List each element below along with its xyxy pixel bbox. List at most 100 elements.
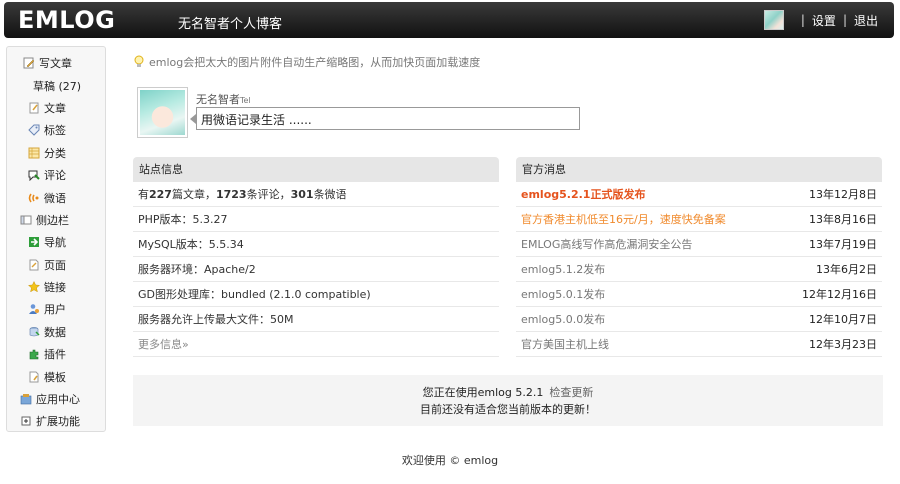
sidebar-item-label: 导航 xyxy=(44,236,66,250)
stats-row: 有227篇文章，1723条评论，301条微语 xyxy=(133,182,499,207)
news-link[interactable]: EMLOG高线写作高危漏洞安全公告 xyxy=(521,236,692,252)
sidebar-item-data[interactable]: 数据 xyxy=(7,321,105,343)
tip-message: emlog会把太大的图片附件自动生产缩略图，从而加快页面加载速度 xyxy=(134,54,480,70)
sidebar-item-label: 草稿 (27) xyxy=(33,79,82,93)
twitters-count: 301 xyxy=(290,188,314,201)
template-icon xyxy=(29,371,39,383)
sidebar-item-draft[interactable]: 草稿 (27) xyxy=(7,74,105,96)
app-center-icon xyxy=(20,394,32,405)
stats-text: 有227篇文章，1723条评论，301条微语 xyxy=(138,188,347,201)
author-name-suffix: Tel xyxy=(240,96,251,105)
sidebar-item-label: 文章 xyxy=(44,101,66,115)
sidebar-item-user[interactable]: 用户 xyxy=(7,298,105,320)
write-icon xyxy=(23,57,35,69)
update-box: 您正在使用emlog 5.2.1 检查更新 目前还没有适合您当前版本的更新！ xyxy=(133,375,883,426)
news-link[interactable]: 官方香港主机低至16元/月，速度快免备案 xyxy=(521,211,726,227)
user-icon xyxy=(29,304,39,315)
separator: | xyxy=(842,13,847,27)
sidebar-item-navi[interactable]: 导航 xyxy=(7,231,105,253)
check-update-link[interactable]: 检查更新 xyxy=(549,386,593,399)
author-avatar[interactable] xyxy=(137,87,188,138)
news-link[interactable]: 官方美国主机上线 xyxy=(521,336,609,352)
site-info-title: 站点信息 xyxy=(133,157,499,182)
sidebar-item-label: 微语 xyxy=(44,191,66,205)
news-panel: 官方消息 emlog5.2.1正式版发布 13年12月8日 官方香港主机低至16元… xyxy=(516,157,882,357)
separator: | xyxy=(800,13,805,27)
footer: 欢迎使用 © emlog xyxy=(401,454,499,467)
news-date: 13年8月16日 xyxy=(809,213,877,226)
link-icon xyxy=(28,281,40,293)
news-link[interactable]: emlog5.0.0发布 xyxy=(521,311,605,327)
blog-name[interactable]: 无名智者个人博客 xyxy=(178,13,282,32)
logout-link[interactable]: 退出 xyxy=(854,12,878,29)
twitter-input[interactable]: 用微语记录生活 ...... xyxy=(196,107,580,130)
sidebar-item-label: 评论 xyxy=(44,169,66,183)
news-date: 13年6月2日 xyxy=(816,263,877,276)
sidebar-item-label: 标签 xyxy=(44,124,66,138)
tag-icon xyxy=(28,124,40,137)
sidebar-item-label: 分类 xyxy=(44,146,66,160)
news-row: emlog5.1.2发布 13年6月2日 xyxy=(516,257,882,282)
page-icon xyxy=(29,259,39,271)
expand-icon xyxy=(21,416,31,426)
sidebar-item-page[interactable]: 页面 xyxy=(7,254,105,276)
sidebar-item-article[interactable]: 文章 xyxy=(7,97,105,119)
comments-count: 1723 xyxy=(215,188,247,201)
header-user-area: | 设置 | 退出 xyxy=(763,10,878,30)
sidebar-item-comment[interactable]: 评论 xyxy=(7,164,105,186)
sidebar-item-label: 插件 xyxy=(44,348,66,362)
sidebar-item-plugin[interactable]: 插件 xyxy=(7,343,105,365)
tip-text: emlog会把太大的图片附件自动生产缩略图，从而加快页面加载速度 xyxy=(149,56,481,69)
sidebar-item-label: 应用中心 xyxy=(36,393,80,407)
sidebar-item-label: 侧边栏 xyxy=(36,213,69,227)
user-avatar[interactable] xyxy=(763,10,784,30)
sidebar-item-app-center[interactable]: 应用中心 xyxy=(7,388,105,410)
sidebar-item-label: 写文章 xyxy=(39,57,72,71)
sidebar-item-label: 页面 xyxy=(44,258,66,272)
sidebar-icon xyxy=(20,215,32,225)
news-title: 官方消息 xyxy=(516,157,882,182)
news-link[interactable]: emlog5.2.1正式版发布 xyxy=(521,186,645,202)
sidebar-item-label: 扩展功能 xyxy=(36,415,80,429)
plugin-icon xyxy=(29,349,39,360)
sidebar-item-link[interactable]: 链接 xyxy=(7,276,105,298)
settings-link[interactable]: 设置 xyxy=(812,12,836,29)
news-date: 13年12月8日 xyxy=(809,188,877,201)
sidebar-item-label: 数据 xyxy=(44,325,66,339)
info-row-gd: GD图形处理库：bundled (2.1.0 compatible) xyxy=(133,282,499,307)
weibo-icon xyxy=(28,193,39,203)
news-row: emlog5.0.0发布 12年10月7日 xyxy=(516,307,882,332)
sidebar-item-label: 模板 xyxy=(44,370,66,384)
news-row: emlog5.0.1发布 12年12月16日 xyxy=(516,282,882,307)
sidebar-item-expand[interactable]: 扩展功能 xyxy=(7,410,105,432)
sidebar: 写文章 草稿 (27) 文章 标签 分类 评论 微语 侧边栏 导航 页面 链接 xyxy=(6,46,106,432)
emlog-logo[interactable]: EMLOG xyxy=(18,6,115,34)
sidebar-item-label: 用户 xyxy=(44,303,66,317)
news-link[interactable]: emlog5.0.1发布 xyxy=(521,286,605,302)
avatar-image xyxy=(140,90,185,135)
site-info-panel: 站点信息 有227篇文章，1723条评论，301条微语 PHP版本：5.3.27… xyxy=(133,157,499,357)
sidebar-item-write[interactable]: 写文章 xyxy=(7,52,105,74)
news-row: emlog5.2.1正式版发布 13年12月8日 xyxy=(516,182,882,207)
sidebar-item-category[interactable]: 分类 xyxy=(7,142,105,164)
sidebar-item-label: 链接 xyxy=(44,281,66,295)
sidebar-item-weibo[interactable]: 微语 xyxy=(7,186,105,208)
sidebar-item-tag[interactable]: 标签 xyxy=(7,119,105,141)
sidebar-item-widgets[interactable]: 侧边栏 xyxy=(7,209,105,231)
current-version: 您正在使用emlog 5.2.1 xyxy=(422,386,544,399)
navi-icon xyxy=(29,237,39,248)
article-icon xyxy=(29,102,39,114)
version-line: 您正在使用emlog 5.2.1 检查更新 xyxy=(133,384,883,401)
update-status: 目前还没有适合您当前版本的更新！ xyxy=(420,403,596,416)
news-date: 12年12月16日 xyxy=(802,288,877,301)
news-row: 官方香港主机低至16元/月，速度快免备案 13年8月16日 xyxy=(516,207,882,232)
news-row: 官方美国主机上线 12年3月23日 xyxy=(516,332,882,357)
category-icon xyxy=(28,147,40,159)
author-name: 无名智者Tel xyxy=(196,93,251,106)
news-row: EMLOG高线写作高危漏洞安全公告 13年7月19日 xyxy=(516,232,882,257)
more-info-link[interactable]: 更多信息» xyxy=(138,336,189,352)
info-row-server: 服务器环境：Apache/2 xyxy=(133,257,499,282)
sidebar-item-template[interactable]: 模板 xyxy=(7,365,105,387)
news-link[interactable]: emlog5.1.2发布 xyxy=(521,261,605,277)
posts-count: 227 xyxy=(149,188,172,201)
